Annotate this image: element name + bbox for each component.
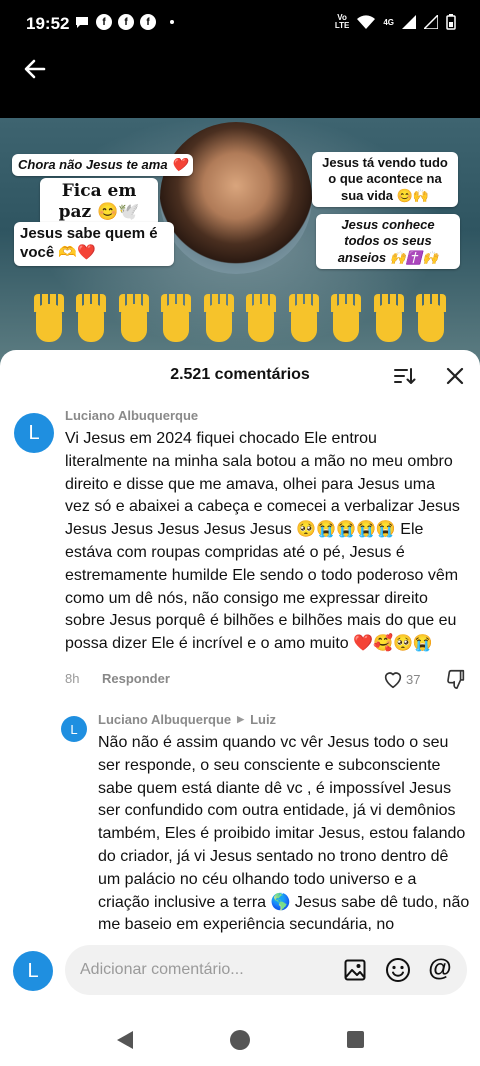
raised-hand-icon: [30, 294, 68, 344]
video-sticker: Chora não Jesus te ama ❤️: [12, 154, 194, 177]
more-notifications-dot: [170, 20, 174, 24]
raised-hand-icon: [72, 294, 110, 344]
comment-text: Vi Jesus em 2024 fiquei chocado Ele entr…: [65, 430, 460, 653]
nav-recents-icon[interactable]: [347, 1031, 364, 1048]
nav-home-icon[interactable]: [230, 1030, 250, 1050]
avatar[interactable]: L: [14, 413, 54, 453]
facebook-icon: f: [96, 14, 112, 30]
chat-bubble-icon: [76, 17, 88, 28]
nav-back-icon[interactable]: [116, 1030, 134, 1050]
system-icons: Vo LTE 4G: [335, 14, 456, 30]
comment-author[interactable]: Luciano Albuquerque: [65, 408, 198, 423]
status-bar: 19:52 f f f Vo LTE 4G: [0, 0, 480, 48]
dislike-icon[interactable]: [445, 668, 467, 690]
heart-like-icon[interactable]: [382, 668, 404, 690]
video-sticker: Fica em paz 😊🕊️: [40, 178, 158, 227]
facebook-icon: f: [140, 14, 156, 30]
video-sticker: Jesus tá vendo tudo o que acontece na su…: [312, 152, 458, 207]
avatar[interactable]: L: [61, 716, 87, 742]
video-sticker: Jesus sabe quem é você 🫶❤️: [14, 222, 174, 266]
volte-indicator: Vo LTE: [334, 13, 350, 30]
image-icon[interactable]: [343, 958, 367, 982]
raised-hand-icon: [327, 294, 365, 344]
raised-hands-row: [30, 288, 450, 344]
close-icon[interactable]: [443, 364, 467, 388]
facebook-icon: f: [118, 14, 134, 30]
notification-icons: f f f: [74, 14, 174, 30]
reply-button[interactable]: Responder: [102, 671, 170, 686]
comments-panel: 2.521 comentários L Luciano Albuquerque …: [0, 350, 480, 1066]
comment-author[interactable]: Luciano Albuquerque: [98, 712, 231, 727]
reply-text: Não não é assim quando vc vêr Jesus todo…: [98, 734, 470, 934]
raised-hand-icon: [412, 294, 450, 344]
system-nav-bar: [0, 1018, 480, 1066]
emoji-icon[interactable]: [385, 957, 411, 983]
like-count: 37: [406, 672, 421, 687]
raised-hand-icon: [285, 294, 323, 344]
reply-to-user[interactable]: Luiz: [250, 712, 276, 727]
jesus-portrait-image: [160, 122, 312, 274]
sort-icon[interactable]: [392, 364, 416, 388]
reply-author-line: Luciano Albuquerque ▶ Luiz: [98, 712, 276, 727]
mention-icon[interactable]: @: [427, 956, 453, 982]
raised-hand-icon: [370, 294, 408, 344]
network-type: 4G: [383, 17, 394, 27]
raised-hand-icon: [242, 294, 280, 344]
battery-icon: [446, 14, 456, 30]
signal-icon-2: [424, 15, 438, 29]
video-sticker: Jesus conhece todos os seus anseios 🙌✝️🙌: [316, 214, 460, 269]
comment-time: 8h: [65, 671, 80, 686]
top-bar: [0, 48, 480, 118]
raised-hand-icon: [115, 294, 153, 344]
comment-input-bar: L Adicionar comentário... @: [0, 940, 480, 1018]
wifi-icon: [357, 15, 376, 29]
video-player[interactable]: Chora não Jesus te ama ❤️ Fica em paz 😊🕊…: [0, 118, 480, 368]
raised-hand-icon: [157, 294, 195, 344]
user-avatar: L: [13, 951, 53, 991]
raised-hand-icon: [200, 294, 238, 344]
reply-arrow-icon: ▶: [237, 714, 245, 724]
comment-input-placeholder[interactable]: Adicionar comentário...: [80, 961, 244, 979]
signal-icon: [402, 15, 416, 29]
status-time: 19:52: [26, 14, 70, 33]
back-arrow-icon[interactable]: [18, 52, 52, 86]
